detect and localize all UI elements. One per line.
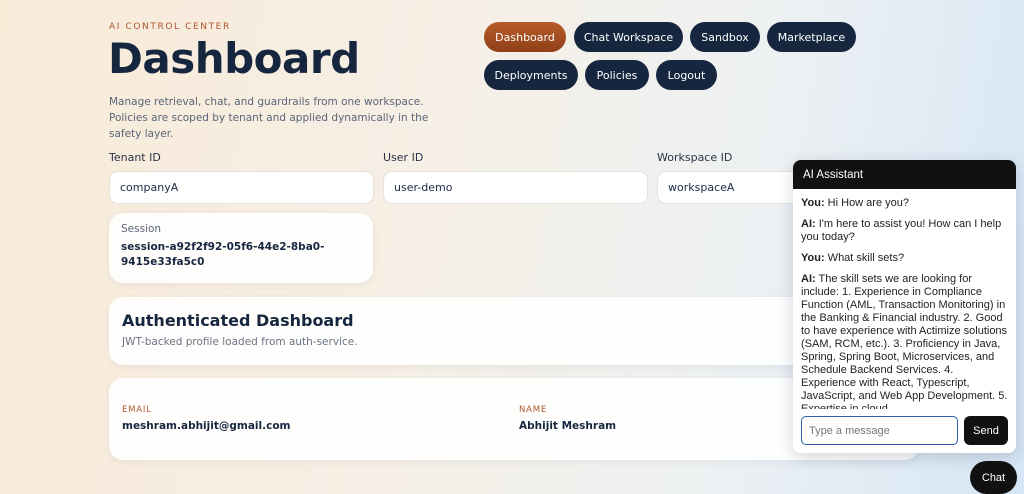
chat-message-input[interactable] xyxy=(801,416,958,445)
message-text: Hi How are you? xyxy=(824,197,909,209)
nav-marketplace-button[interactable]: Marketplace xyxy=(767,22,856,52)
chat-toggle-button[interactable]: Chat xyxy=(970,461,1017,494)
tenant-id-label: Tenant ID xyxy=(109,151,161,164)
chat-message-list[interactable]: You: Hi How are you? AI: I'm here to ass… xyxy=(793,189,1016,409)
nav-policies-button[interactable]: Policies xyxy=(585,60,649,90)
nav-deployments-button[interactable]: Deployments xyxy=(484,60,578,90)
name-value: Abhijit Meshram xyxy=(519,420,617,432)
nav-chat-workspace-button[interactable]: Chat Workspace xyxy=(574,22,683,52)
user-id-label: User ID xyxy=(383,151,424,164)
chat-message: You: What skill sets? xyxy=(801,252,1008,265)
message-sender: You: xyxy=(801,197,825,209)
ai-assistant-title: AI Assistant xyxy=(793,160,1016,189)
tenant-id-input[interactable] xyxy=(109,171,374,204)
ai-assistant-panel: AI Assistant You: Hi How are you? AI: I'… xyxy=(793,160,1016,453)
message-text: I'm here to assist you! How can I help y… xyxy=(801,218,1002,243)
page-subtitle: Manage retrieval, chat, and guardrails f… xyxy=(109,96,429,140)
workspace-id-input[interactable] xyxy=(657,171,807,204)
name-label: NAME xyxy=(519,405,548,415)
nav-sandbox-button[interactable]: Sandbox xyxy=(690,22,760,52)
message-sender: AI: xyxy=(801,218,816,230)
message-sender: AI: xyxy=(801,273,816,285)
auth-dashboard-title: Authenticated Dashboard xyxy=(122,311,354,330)
chat-input-row: Send xyxy=(793,409,1016,453)
chat-message: You: Hi How are you? xyxy=(801,197,1008,210)
chat-message: AI: The skill sets we are looking for in… xyxy=(801,273,1008,409)
session-value: session-a92f2f92-05f6-44e2-8ba0-9415e33f… xyxy=(121,241,325,268)
session-card: Session session-a92f2f92-05f6-44e2-8ba0-… xyxy=(109,213,373,283)
nav-logout-button[interactable]: Logout xyxy=(656,60,717,90)
chat-message: AI: I'm here to assist you! How can I he… xyxy=(801,218,1008,244)
page-title: Dashboard xyxy=(108,34,360,83)
auth-dashboard-subtitle: JWT-backed profile loaded from auth-serv… xyxy=(122,336,358,348)
message-sender: You: xyxy=(801,252,825,264)
nav-dashboard-button[interactable]: Dashboard xyxy=(484,22,566,52)
message-text: The skill sets we are looking for includ… xyxy=(801,273,1008,409)
workspace-id-label: Workspace ID xyxy=(657,151,733,164)
eyebrow-label: AI CONTROL CENTER xyxy=(109,22,231,32)
session-label: Session xyxy=(121,223,162,235)
send-button[interactable]: Send xyxy=(964,416,1008,445)
user-id-input[interactable] xyxy=(383,171,648,204)
email-value: meshram.abhijit@gmail.com xyxy=(122,420,291,432)
message-text: What skill sets? xyxy=(824,252,905,264)
email-label: EMAIL xyxy=(122,405,152,415)
